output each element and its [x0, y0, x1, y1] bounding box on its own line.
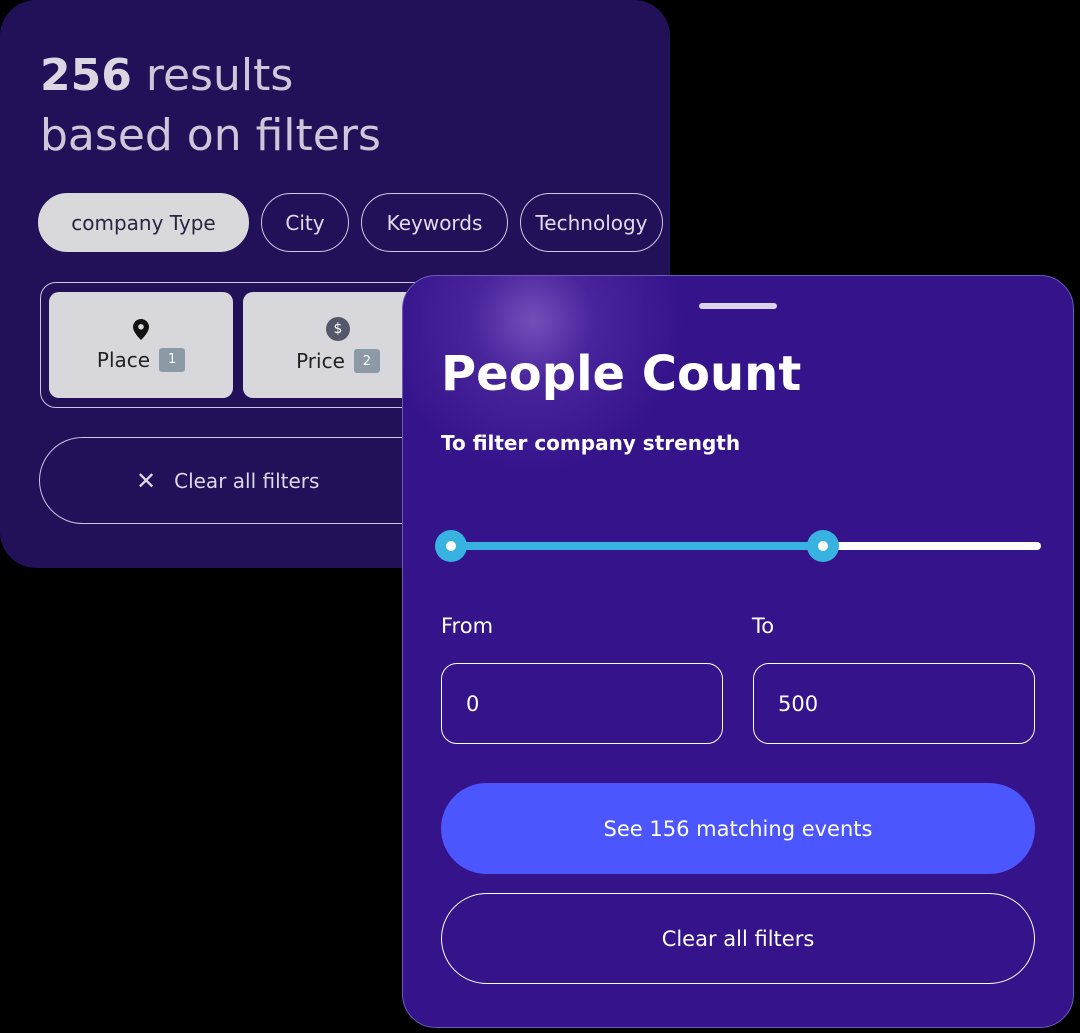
- tile-place-label: Place: [96, 347, 151, 372]
- drag-handle[interactable]: [699, 303, 777, 309]
- results-word: results: [145, 50, 294, 101]
- sheet-clear-all-filters-button[interactable]: Clear all filters: [441, 893, 1035, 984]
- to-label: To: [752, 614, 775, 638]
- map-pin-icon: [133, 318, 149, 340]
- from-label: From: [441, 614, 494, 638]
- chip-keywords[interactable]: Keywords: [361, 193, 508, 252]
- see-matching-events-button[interactable]: See 156 matching events: [441, 783, 1035, 874]
- tile-price-badge: 2: [353, 349, 380, 373]
- tile-place[interactable]: Place 1: [49, 292, 233, 398]
- slider-selected-range: [451, 542, 823, 550]
- clear-all-filters-label: Clear all filters: [174, 468, 320, 493]
- chip-company-type[interactable]: company Type: [38, 193, 249, 252]
- sheet-subtitle: To filter company strength: [441, 431, 741, 455]
- tile-price-label: Price: [296, 349, 345, 373]
- slider-thumb-max[interactable]: [806, 530, 839, 562]
- tile-place-badge: 1: [159, 347, 186, 372]
- range-slider[interactable]: [435, 528, 1041, 564]
- to-input[interactable]: [753, 663, 1035, 744]
- results-subtitle: based on filters: [40, 110, 381, 161]
- from-input[interactable]: [441, 663, 723, 744]
- sheet-title: People Count: [441, 346, 802, 402]
- results-count: 256: [40, 50, 132, 101]
- results-heading: 256 results based on filters: [40, 46, 640, 166]
- close-icon: ✕: [136, 466, 157, 495]
- slider-thumb-min[interactable]: [435, 530, 467, 562]
- filter-chip-row: company Type City Keywords Technology: [38, 193, 663, 252]
- chip-city[interactable]: City: [261, 193, 349, 252]
- chip-technology[interactable]: Technology: [520, 193, 663, 252]
- people-count-sheet: People Count To filter company strength …: [402, 275, 1074, 1028]
- dollar-coin-icon: $: [326, 317, 350, 341]
